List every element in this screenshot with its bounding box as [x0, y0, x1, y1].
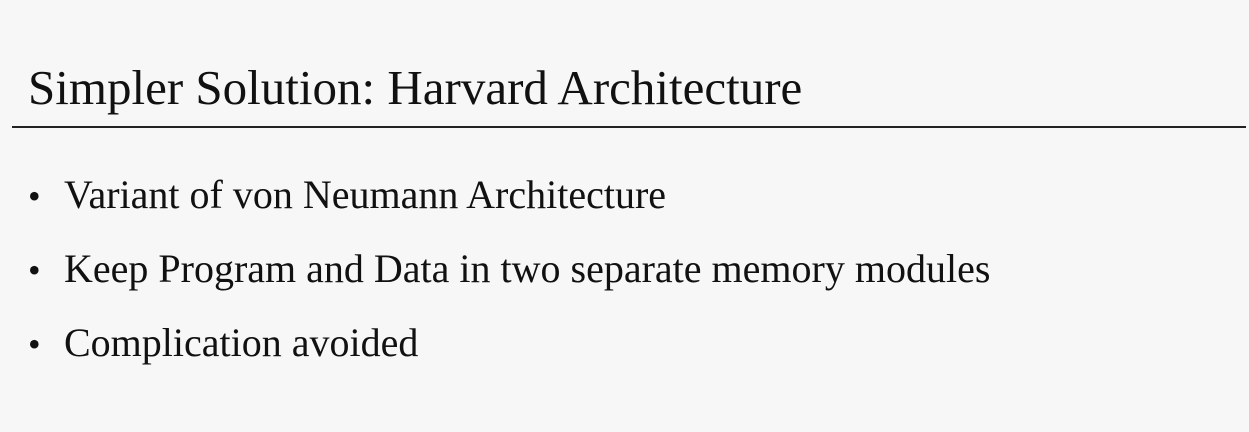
- bullet-list: • Variant of von Neumann Architecture • …: [28, 170, 990, 392]
- bullet-icon: •: [28, 176, 41, 216]
- bullet-text: Keep Program and Data in two separate me…: [64, 246, 991, 291]
- title-underline: [12, 126, 1246, 128]
- bullet-text: Variant of von Neumann Architecture: [64, 172, 667, 217]
- bullet-item: • Keep Program and Data in two separate …: [28, 244, 990, 294]
- bullet-text: Complication avoided: [64, 320, 419, 365]
- bullet-item: • Complication avoided: [28, 318, 990, 368]
- bullet-item: • Variant of von Neumann Architecture: [28, 170, 990, 220]
- slide-title: Simpler Solution: Harvard Architecture: [28, 60, 803, 115]
- bullet-icon: •: [28, 250, 41, 290]
- bullet-icon: •: [28, 324, 41, 364]
- slide: Simpler Solution: Harvard Architecture •…: [0, 0, 1249, 432]
